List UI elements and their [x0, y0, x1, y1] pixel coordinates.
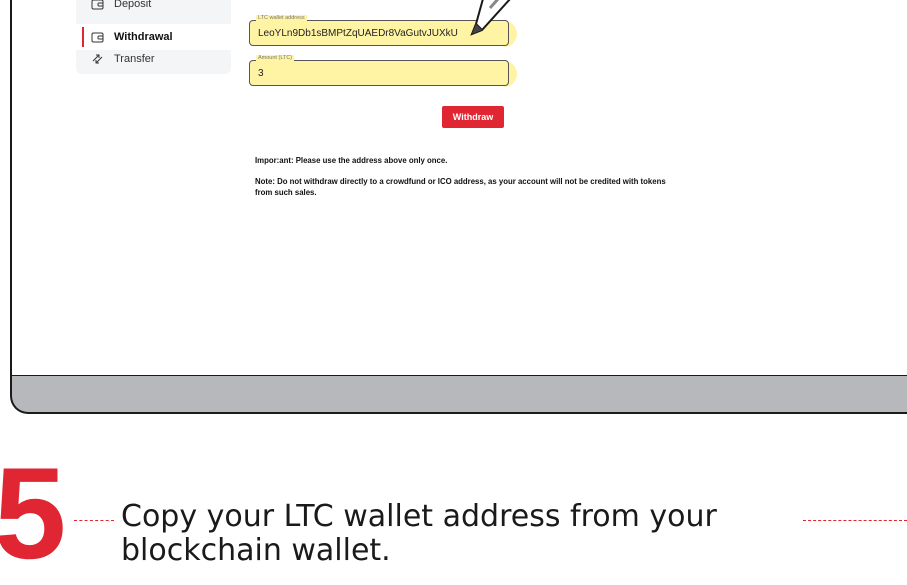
- field-label: LTC wallet address: [256, 15, 307, 21]
- field-value: LeoYLn9Db1sBMPtZqUAEDr8VaGutvJUXkU: [258, 28, 458, 39]
- field-value: 3: [258, 68, 264, 79]
- laptop-base: [10, 376, 907, 414]
- pen-icon: [470, 0, 511, 36]
- sidebar-item-deposit[interactable]: Deposit: [76, 0, 231, 17]
- sidebar: Deposit Withdrawal Transfer: [76, 0, 231, 69]
- sidebar-item-transfer[interactable]: Transfer: [76, 46, 231, 72]
- ico-warning-note: Note: Do not withdraw directly to a crow…: [255, 177, 666, 197]
- sidebar-item-label: Withdrawal: [114, 31, 173, 43]
- step-instruction: Copy your LTC wallet address from your b…: [121, 499, 717, 568]
- dashed-line: [74, 520, 114, 521]
- field-label: Amount (LTC): [256, 55, 295, 61]
- sidebar-item-label: Transfer: [114, 53, 155, 65]
- wallet-icon: [90, 0, 104, 11]
- transfer-arrows-icon: [90, 52, 104, 66]
- important-note: Impor:ant: Please use the address above …: [255, 156, 448, 165]
- amount-field[interactable]: Amount (LTC) 3: [249, 55, 509, 86]
- wallet-icon: [90, 30, 104, 44]
- withdraw-button[interactable]: Withdraw: [442, 106, 504, 128]
- step-number: 5: [0, 440, 67, 585]
- sidebar-item-label: Deposit: [114, 0, 152, 10]
